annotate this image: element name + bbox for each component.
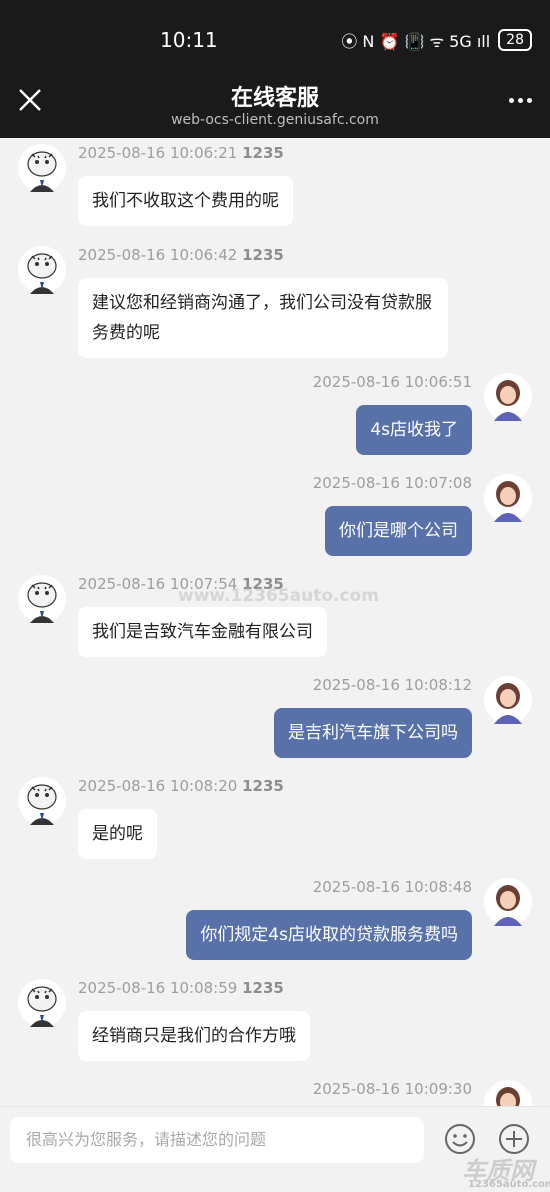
chat-list[interactable]: 2025-08-16 10:06:21 1235 我们不收取这个费用的呢 202… [0,138,550,1106]
battery-level: 28 [498,29,532,51]
page-title: 在线客服 [230,86,319,111]
message-meta: 2025-08-16 10:06:42 1235 [78,246,284,264]
status-icons: ⦿ N ⏰ 📳 ᯤ 5G ıll 28 [341,28,532,52]
message-meta: 2025-08-16 10:07:08 [312,474,472,492]
message-meta: 2025-08-16 10:08:59 1235 [78,979,284,997]
message-meta: 2025-08-16 10:06:21 1235 [78,144,284,162]
input-bar: 很高兴为您服务，请描述您的问题 车质网 12365auto.com [0,1106,550,1192]
status-icon-group: ⦿ N ⏰ 📳 ᯤ 5G ıll [341,32,491,51]
message-meta: 2025-08-16 10:09:30 [312,1080,472,1098]
agent-avatar-icon [18,144,66,192]
user-avatar-icon [484,373,532,421]
message-meta: 2025-08-16 10:06:51 [312,373,472,391]
agent-avatar-icon [18,979,66,1027]
message-meta: 2025-08-16 10:08:48 [312,878,472,896]
watermark-text: www.12365auto.com [178,586,379,606]
agent-avatar-icon [18,777,66,825]
message-bubble: 建议您和经销商沟通了，我们公司没有贷款服务费的呢 [78,278,448,358]
message-bubble: 你们规定4s店收取的贷款服务费吗 [186,910,472,960]
message-bubble: 我们是吉致汽车金融有限公司 [78,607,327,657]
message-bubble: 你们是哪个公司 [325,506,472,556]
message-meta: 2025-08-16 10:08:20 1235 [78,777,284,795]
message-bubble: 是吉利汽车旗下公司吗 [274,708,472,758]
agent-avatar-icon [18,246,66,294]
message-bubble: 是的呢 [78,809,157,859]
message-bubble: 我们不收取这个费用的呢 [78,176,293,226]
user-avatar-icon [484,1080,532,1106]
user-avatar-icon [484,474,532,522]
user-avatar-icon [484,878,532,926]
top-bar: 10:11 ⦿ N ⏰ 📳 ᯤ 5G ıll 28 在线客服 web-ocs-c… [0,0,550,138]
message-bubble: 经销商只是我们的合作方哦 [78,1011,310,1061]
message-bubble: 4s店收我了 [356,405,472,455]
watermark-logo-url: 12365auto.com [468,1179,550,1190]
agent-avatar-icon [18,575,66,623]
more-icon[interactable] [509,98,532,103]
message-input[interactable]: 很高兴为您服务，请描述您的问题 [10,1117,424,1163]
message-meta: 2025-08-16 10:08:12 [312,676,472,694]
status-time: 10:11 [160,28,218,52]
user-avatar-icon [484,676,532,724]
page-subtitle: web-ocs-client.geniusafc.com [171,112,379,128]
